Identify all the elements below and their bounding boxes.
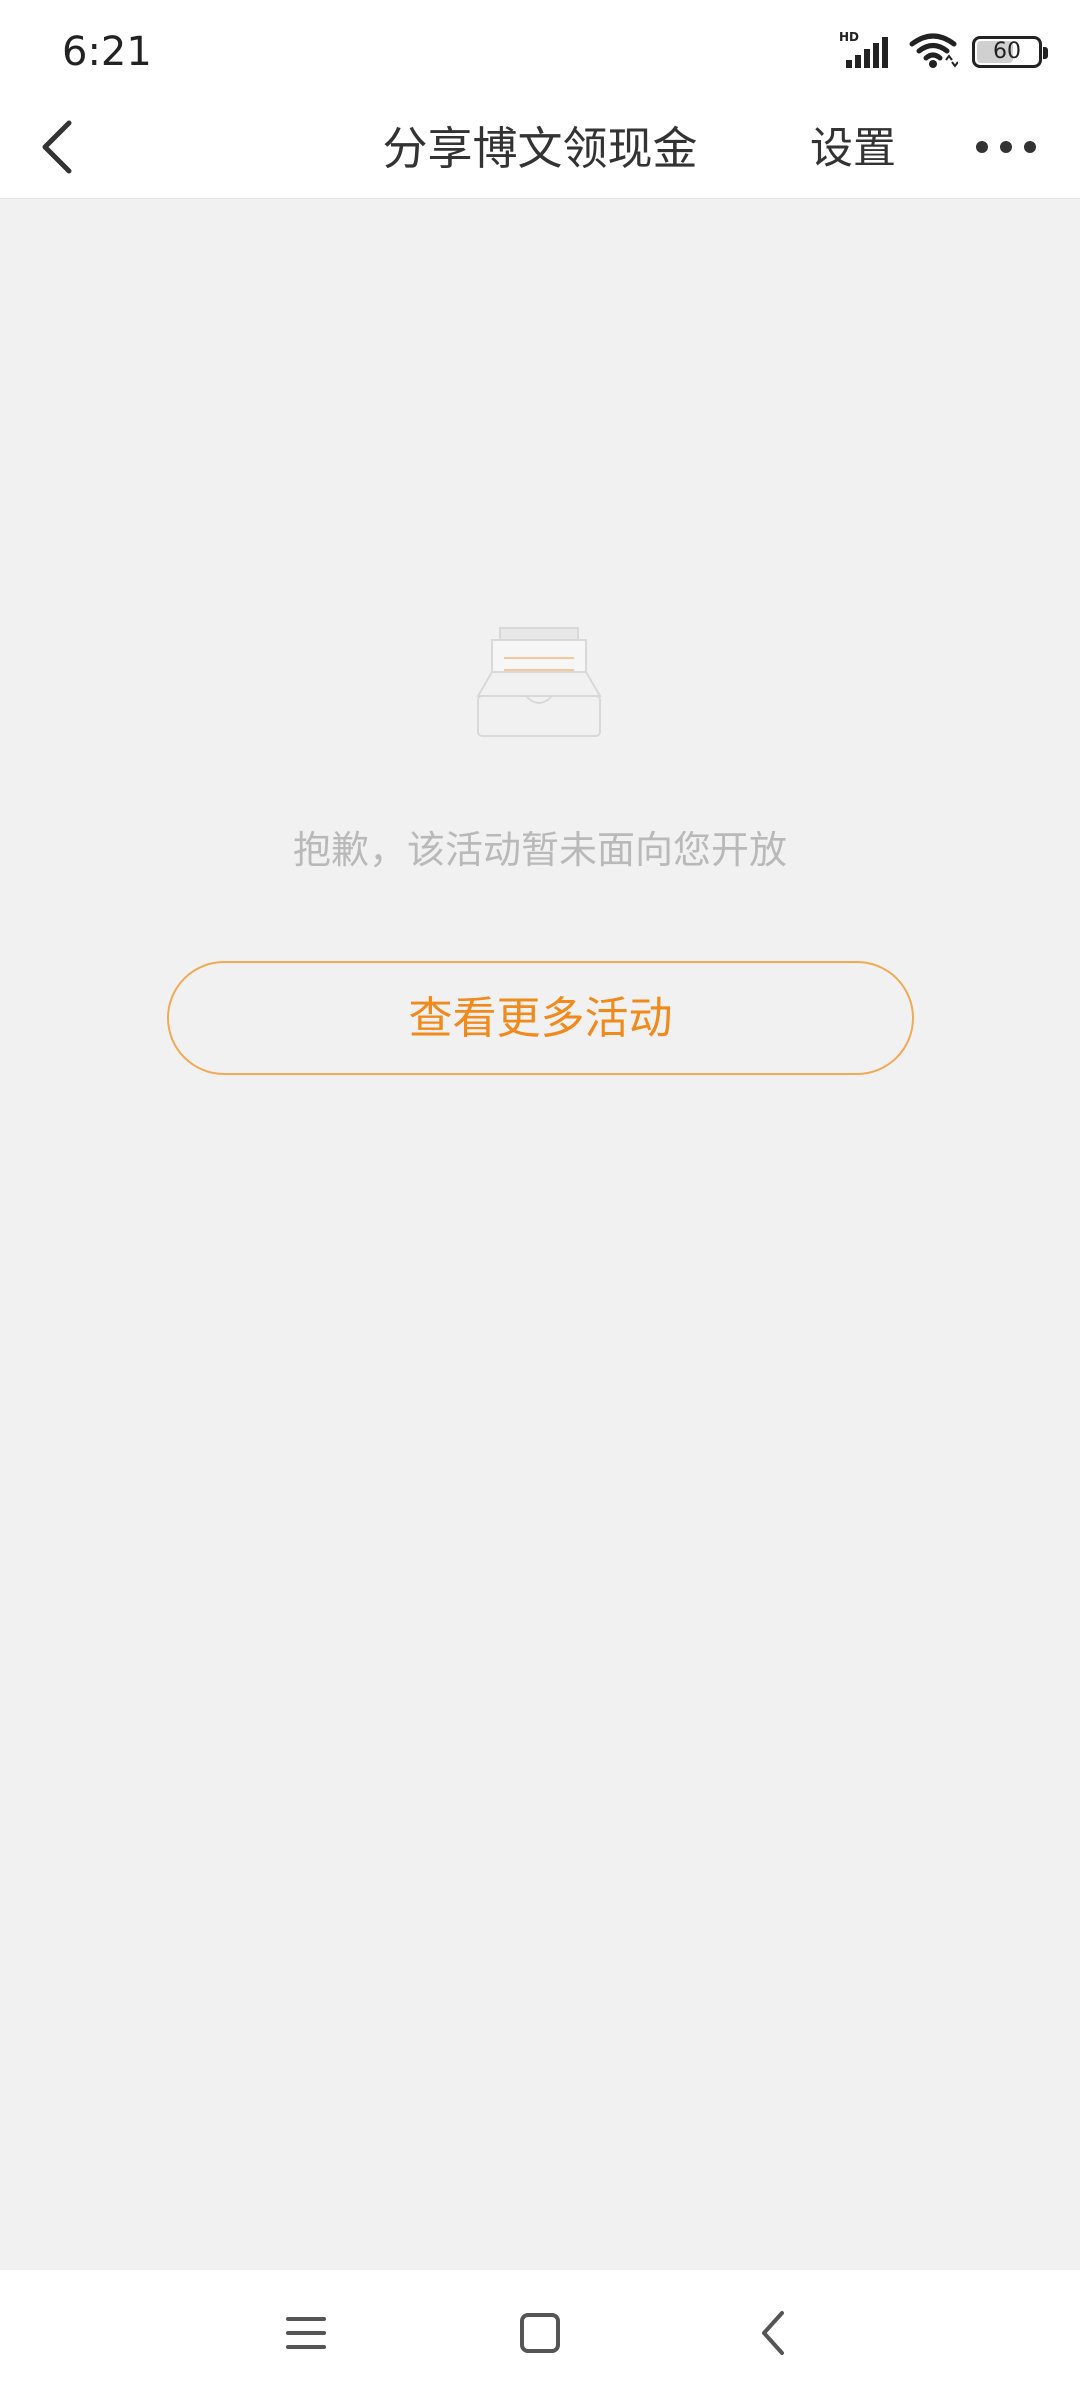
menu-button[interactable] <box>271 2300 341 2370</box>
signal-icon: HD <box>838 30 894 74</box>
chevron-left-icon <box>37 119 77 179</box>
battery-level: 60 <box>993 39 1021 64</box>
status-icons: HD 60 <box>838 28 1048 76</box>
page-title: 分享博文领现金 <box>382 122 698 175</box>
empty-inbox-icon <box>476 626 604 740</box>
view-more-activities-button[interactable]: 查看更多活动 <box>167 961 914 1075</box>
home-icon <box>518 2311 562 2359</box>
back-icon <box>756 2309 790 2361</box>
more-button[interactable] <box>966 114 1046 184</box>
settings-button[interactable]: 设置 <box>810 100 896 198</box>
wifi-icon <box>908 30 959 74</box>
nav-bar: 分享博文领现金 设置 <box>0 100 1080 199</box>
empty-message: 抱歉，该活动暂未面向您开放 <box>292 828 787 872</box>
status-bar: 6:21 HD 60 <box>0 0 1080 100</box>
menu-icon <box>284 2313 328 2357</box>
system-back-button[interactable] <box>738 2300 808 2370</box>
more-dots-icon <box>974 139 1038 159</box>
status-time: 6:21 <box>62 29 152 75</box>
system-nav-bar <box>0 2270 1080 2400</box>
battery-icon: 60 <box>972 36 1048 68</box>
back-button[interactable] <box>22 114 92 184</box>
home-button[interactable] <box>505 2300 575 2370</box>
network-label: HD <box>839 30 859 44</box>
